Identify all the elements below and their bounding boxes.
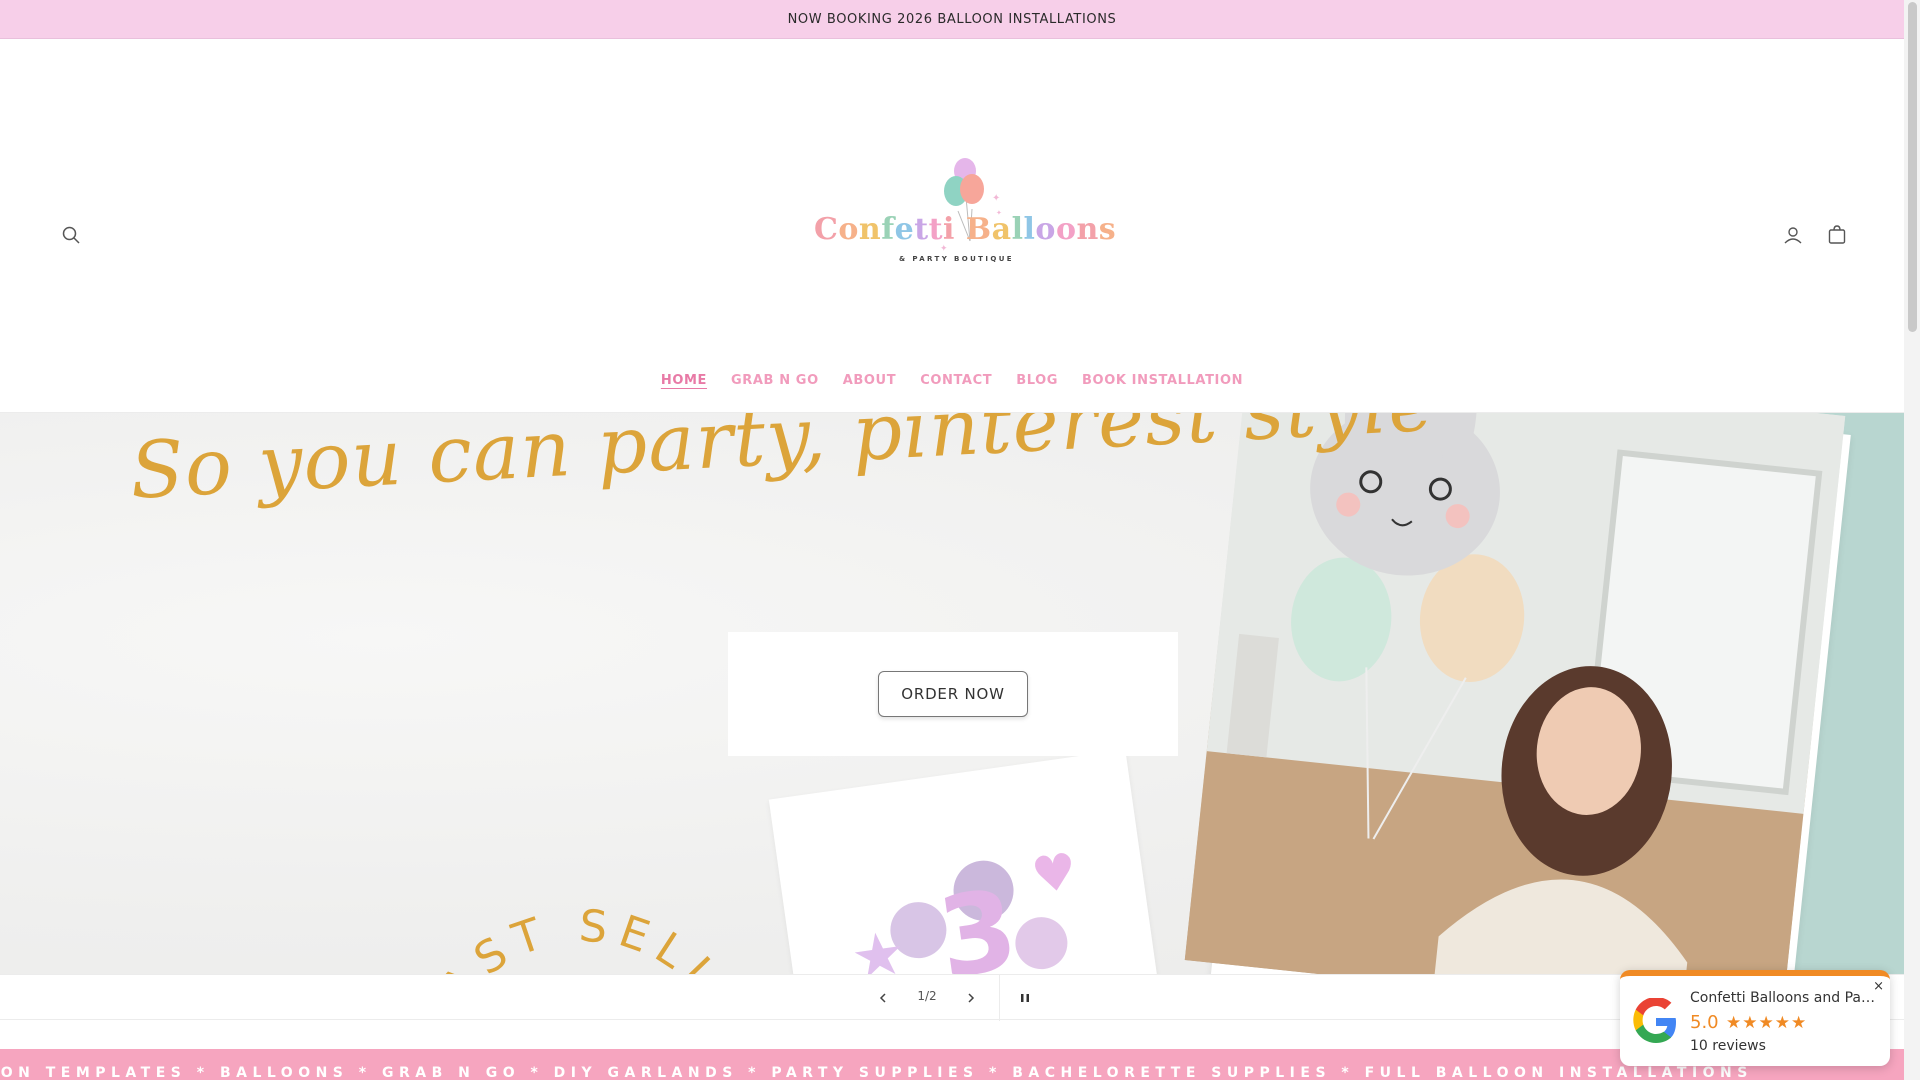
chevron-right-icon[interactable] bbox=[956, 983, 986, 1013]
pause-icon[interactable] bbox=[1010, 983, 1040, 1013]
logo-wordmark: Confetti Balloons bbox=[814, 212, 1117, 247]
main-nav: HOME GRAB N GO ABOUT CONTACT BLOG BOOK I… bbox=[0, 373, 1904, 388]
cart-icon[interactable] bbox=[1824, 222, 1850, 248]
nav-item-book-installation[interactable]: BOOK INSTALLATION bbox=[1082, 373, 1243, 388]
review-stars: ★★★★★ bbox=[1726, 1013, 1808, 1033]
fast-selling-badge: FAST SELLING ★ bbox=[400, 823, 760, 974]
review-count: 10 reviews bbox=[1690, 1038, 1766, 1054]
hero-slideshow: 3 ★ ♥ So you can party, pinterest style … bbox=[0, 413, 1904, 974]
nav-item-blog[interactable]: BLOG bbox=[1016, 373, 1058, 388]
review-business-name: Confetti Balloons and Part... bbox=[1690, 990, 1875, 1006]
scrolling-marquee: ION TEMPLATES * BALLOONS * GRAB N GO * D… bbox=[0, 1049, 1904, 1080]
order-now-button[interactable]: ORDER NOW bbox=[878, 671, 1028, 717]
slide-counter: 1/2 bbox=[917, 989, 937, 1003]
page: NOW BOOKING 2026 BALLOON INSTALLATIONS ✦… bbox=[0, 0, 1904, 1080]
google-logo-icon bbox=[1633, 998, 1676, 1043]
account-icon[interactable] bbox=[1780, 222, 1806, 248]
nav-item-contact[interactable]: CONTACT bbox=[920, 373, 992, 388]
scrollbar-thumb[interactable] bbox=[1908, 2, 1917, 332]
svg-text:✦: ✦ bbox=[992, 193, 1000, 204]
svg-text:★: ★ bbox=[847, 918, 910, 974]
announcement-text: NOW BOOKING 2026 BALLOON INSTALLATIONS bbox=[787, 11, 1117, 27]
google-review-badge[interactable]: Confetti Balloons and Part... 5.0 ★★★★★ … bbox=[1620, 970, 1890, 1066]
svg-text:♥: ♥ bbox=[1028, 842, 1080, 906]
nav-item-about[interactable]: ABOUT bbox=[843, 373, 896, 388]
review-score: 5.0 bbox=[1690, 1012, 1719, 1033]
site-logo[interactable]: ✦ ✦ ✦ Confetti Balloons & PARTY BOUTIQUE bbox=[810, 157, 1116, 277]
nav-item-grab-n-go[interactable]: GRAB N GO bbox=[731, 373, 819, 388]
announcement-bar: NOW BOOKING 2026 BALLOON INSTALLATIONS bbox=[0, 0, 1904, 39]
hero-content-box: ORDER NOW bbox=[728, 632, 1178, 756]
badge-text: FAST SELLING bbox=[400, 823, 760, 974]
site-header: ✦ ✦ ✦ Confetti Balloons & PARTY BOUTIQUE… bbox=[0, 39, 1904, 413]
search-icon[interactable] bbox=[58, 222, 84, 248]
chevron-left-icon[interactable] bbox=[868, 983, 898, 1013]
marquee-text: ION TEMPLATES * BALLOONS * GRAB N GO * D… bbox=[0, 1065, 1753, 1080]
close-icon[interactable]: × bbox=[1873, 979, 1884, 994]
hero-photo bbox=[1184, 413, 1846, 974]
nav-item-home[interactable]: HOME bbox=[661, 373, 707, 388]
slideshow-controls: 1/2 bbox=[0, 974, 1904, 1021]
logo-subtitle: & PARTY BOUTIQUE bbox=[899, 255, 1014, 263]
page-scrollbar[interactable] bbox=[1904, 0, 1920, 1080]
controls-divider bbox=[999, 975, 1000, 1021]
